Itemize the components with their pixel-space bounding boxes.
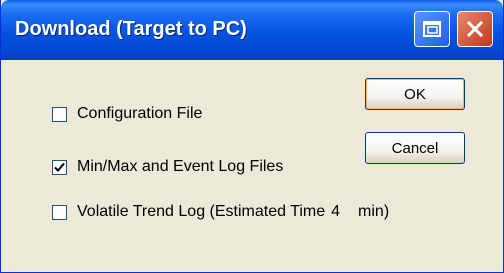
- close-x-icon: [466, 20, 484, 38]
- volatile-trend-log-text: Volatile Trend Log (Estimated Time: [77, 203, 326, 220]
- volatile-trend-log-option[interactable]: Volatile Trend Log (Estimated Time 4 min): [52, 203, 389, 221]
- restore-window-icon: [423, 21, 441, 37]
- dialog-body: Configuration File Min/Max and Event Log…: [5, 60, 499, 269]
- title-bar[interactable]: Download (Target to PC): [1, 0, 503, 60]
- window-title: Download (Target to PC): [15, 18, 247, 40]
- download-dialog: Download (Target to PC) Configuration Fi…: [0, 0, 504, 273]
- configuration-file-label: Configuration File: [77, 105, 203, 122]
- checkmark-icon: [54, 162, 65, 172]
- restore-button[interactable]: [414, 11, 450, 47]
- ok-button[interactable]: OK: [365, 78, 465, 110]
- cancel-button[interactable]: Cancel: [365, 132, 465, 164]
- volatile-trend-log-checkbox[interactable]: [52, 204, 67, 220]
- configuration-file-checkbox[interactable]: [52, 106, 67, 122]
- configuration-file-option[interactable]: Configuration File: [52, 105, 202, 123]
- estimated-time-value: 4: [331, 203, 341, 220]
- close-button[interactable]: [457, 11, 493, 47]
- minmax-event-log-checkbox[interactable]: [52, 159, 67, 175]
- minmax-event-log-option[interactable]: Min/Max and Event Log Files: [52, 158, 283, 176]
- estimated-time-unit: min): [358, 203, 390, 220]
- minmax-event-log-label: Min/Max and Event Log Files: [77, 158, 284, 175]
- volatile-trend-log-label: Volatile Trend Log (Estimated Time 4 min): [77, 203, 389, 221]
